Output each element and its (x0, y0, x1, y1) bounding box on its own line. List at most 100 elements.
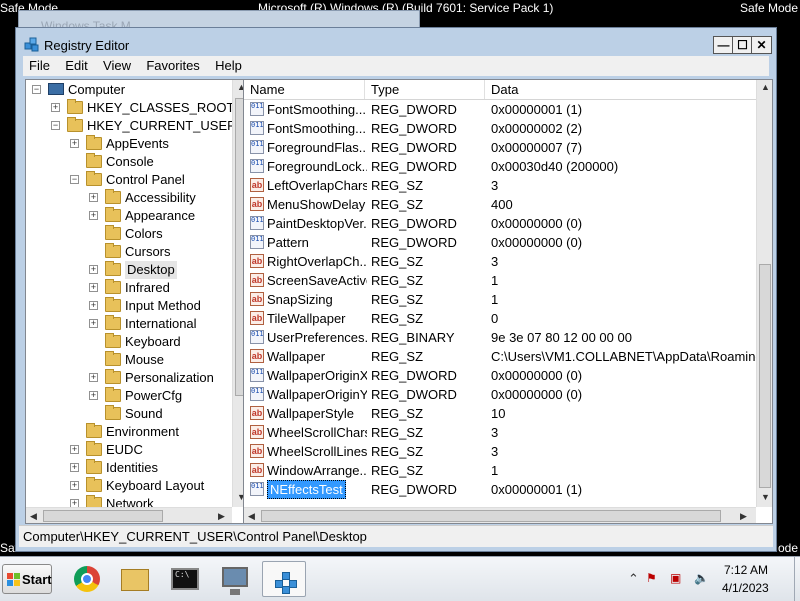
taskbar-command-prompt[interactable]: C:\ (162, 561, 206, 597)
value-data: 3 (491, 254, 499, 269)
value-row[interactable]: ab WheelScrollLines REG_SZ 3 (244, 442, 757, 461)
value-row[interactable]: 011 110ForegroundLock... REG_DWORD 0x00030… (244, 157, 757, 176)
column-header-type[interactable]: Type (365, 80, 485, 99)
tree-item-label: HKEY_CLASSES_ROOT (87, 100, 235, 115)
scroll-right-icon[interactable]: ▶ (740, 511, 747, 522)
expand-icon[interactable]: + (89, 301, 98, 310)
expand-icon[interactable]: + (89, 283, 98, 292)
expand-icon[interactable]: + (89, 319, 98, 328)
collapse-icon[interactable]: − (70, 175, 79, 184)
expand-icon[interactable]: + (70, 481, 79, 490)
value-type: REG_DWORD (371, 121, 457, 136)
value-row[interactable]: ab SnapSizing REG_SZ 1 (244, 290, 757, 309)
expand-icon[interactable]: + (89, 373, 98, 382)
action-center-flag-icon[interactable]: ⚑ (646, 571, 657, 585)
tree-item-label: Identities (106, 460, 159, 475)
value-row[interactable]: 011 110WallpaperOriginX REG_DWORD 0x000000… (244, 366, 757, 385)
value-row[interactable]: ab ScreenSaveActive REG_SZ 1 (244, 271, 757, 290)
expand-icon[interactable]: + (89, 193, 98, 202)
key-tree-pane[interactable]: − Computer + HKEY_CLASSES_ROOT − HKEY_CURRENT… (25, 79, 248, 524)
value-type: REG_DWORD (371, 482, 457, 497)
value-row[interactable]: ab RightOverlapCh... REG_SZ 3 (244, 252, 757, 271)
menu-help[interactable]: Help (209, 56, 248, 76)
scroll-left-icon[interactable]: ◀ (30, 511, 37, 522)
registry-editor-icon (24, 37, 39, 52)
network-icon[interactable]: ▣ (670, 571, 681, 585)
clock-date[interactable]: 4/1/2023 (722, 581, 769, 595)
scroll-up-icon[interactable]: ▲ (761, 82, 770, 92)
column-header-data[interactable]: Data (485, 80, 757, 99)
value-row[interactable]: ab Wallpaper REG_SZ C:\Users\VM1.COLLABNET\… (244, 347, 757, 366)
menu-favorites[interactable]: Favorites (140, 56, 205, 76)
expand-icon[interactable]: + (89, 211, 98, 220)
expand-icon[interactable]: + (70, 139, 79, 148)
value-data: 0 (491, 311, 499, 326)
close-button[interactable]: ✕ (751, 36, 772, 54)
value-type: REG_DWORD (371, 368, 457, 383)
expand-icon[interactable]: + (51, 103, 60, 112)
list-hscroll-thumb[interactable] (261, 510, 721, 522)
folder-icon (86, 459, 102, 474)
tree-item-label: Desktop (125, 261, 177, 279)
tree-item-label: Console (106, 154, 154, 169)
binary-value-icon: 011 110 (250, 235, 264, 249)
start-label: Start (22, 572, 52, 587)
title-bar[interactable]: Registry Editor — ☐ ✕ (16, 28, 776, 56)
value-row[interactable]: 011 110WallpaperOriginY REG_DWORD 0x000000… (244, 385, 757, 404)
expand-icon[interactable]: + (70, 445, 79, 454)
value-name: RightOverlapCh... (267, 254, 367, 269)
tree-hscroll-thumb[interactable] (43, 510, 163, 522)
value-row[interactable]: ab MenuShowDelay REG_SZ 400 (244, 195, 757, 214)
value-type: REG_SZ (371, 292, 424, 307)
values-list-pane[interactable]: Name Type Data 011 110FontSmoothing...RE… (243, 79, 773, 524)
menu-file[interactable]: File (23, 56, 56, 76)
value-row[interactable]: 011 110NEffectsTest REG_DWORD 0x00000001 (… (244, 480, 757, 499)
folder-icon (105, 297, 121, 312)
start-button[interactable]: Start (2, 564, 52, 594)
expand-icon[interactable]: + (89, 391, 98, 400)
minimize-button[interactable]: — (713, 36, 734, 54)
collapse-icon[interactable]: − (32, 85, 41, 94)
menu-edit[interactable]: Edit (59, 56, 93, 76)
taskbar-task-manager[interactable] (212, 561, 256, 597)
list-vertical-scrollbar[interactable]: ▲ ▼ (756, 80, 772, 507)
expand-icon[interactable]: + (70, 463, 79, 472)
value-row[interactable]: ab WindowArrange... REG_SZ 1 (244, 461, 757, 480)
expand-icon[interactable]: + (89, 265, 98, 274)
value-row[interactable]: ab WheelScrollChars REG_SZ 3 (244, 423, 757, 442)
value-type: REG_DWORD (371, 235, 457, 250)
computer-icon (48, 83, 64, 95)
value-row[interactable]: 011 110PaintDesktopVer... REG_DWORD 0x0000… (244, 214, 757, 233)
list-scroll-thumb[interactable] (759, 264, 771, 488)
value-row[interactable]: 011 110FontSmoothing... REG_DWORD 0x000000… (244, 100, 757, 119)
value-type: REG_DWORD (371, 387, 457, 402)
collapse-icon[interactable]: − (51, 121, 60, 130)
show-hidden-icons-chevron[interactable]: ⌃ (628, 571, 639, 587)
volume-icon[interactable]: 🔈 (694, 571, 709, 585)
taskbar-registry-editor[interactable] (262, 561, 306, 597)
taskbar-chrome[interactable] (63, 561, 107, 597)
scroll-left-icon[interactable]: ◀ (248, 511, 255, 522)
scroll-down-icon[interactable]: ▼ (761, 492, 770, 502)
taskbar-explorer[interactable] (113, 561, 157, 597)
value-row[interactable]: 011 110Pattern REG_DWORD 0x00000000 (0) (244, 233, 757, 252)
column-header-name[interactable]: Name (244, 80, 365, 99)
clock-time[interactable]: 7:12 AM (724, 563, 768, 577)
list-horizontal-scrollbar[interactable]: ◀ ▶ (244, 507, 756, 523)
folder-icon (86, 135, 102, 150)
show-desktop-button[interactable] (794, 557, 800, 601)
folder-icon (105, 315, 121, 330)
value-row[interactable]: ab WallpaperStyle REG_SZ 10 (244, 404, 757, 423)
value-row[interactable]: 011 110UserPreferences... REG_BINARY 9e 3e… (244, 328, 757, 347)
folder-icon (86, 153, 102, 168)
menu-view[interactable]: View (97, 56, 137, 76)
value-data: 3 (491, 425, 499, 440)
value-row[interactable]: 011 110ForegroundFlas... REG_DWORD 0x00000… (244, 138, 757, 157)
value-row[interactable]: ab TileWallpaper REG_SZ 0 (244, 309, 757, 328)
tree-horizontal-scrollbar[interactable]: ◀ ▶ (26, 507, 232, 523)
value-row[interactable]: ab LeftOverlapChars REG_SZ 3 (244, 176, 757, 195)
value-row[interactable]: 011 110FontSmoothing... REG_DWORD 0x000000… (244, 119, 757, 138)
scroll-right-icon[interactable]: ▶ (218, 511, 225, 522)
maximize-button[interactable]: ☐ (732, 36, 753, 54)
value-name: ForegroundFlas... (267, 140, 367, 155)
